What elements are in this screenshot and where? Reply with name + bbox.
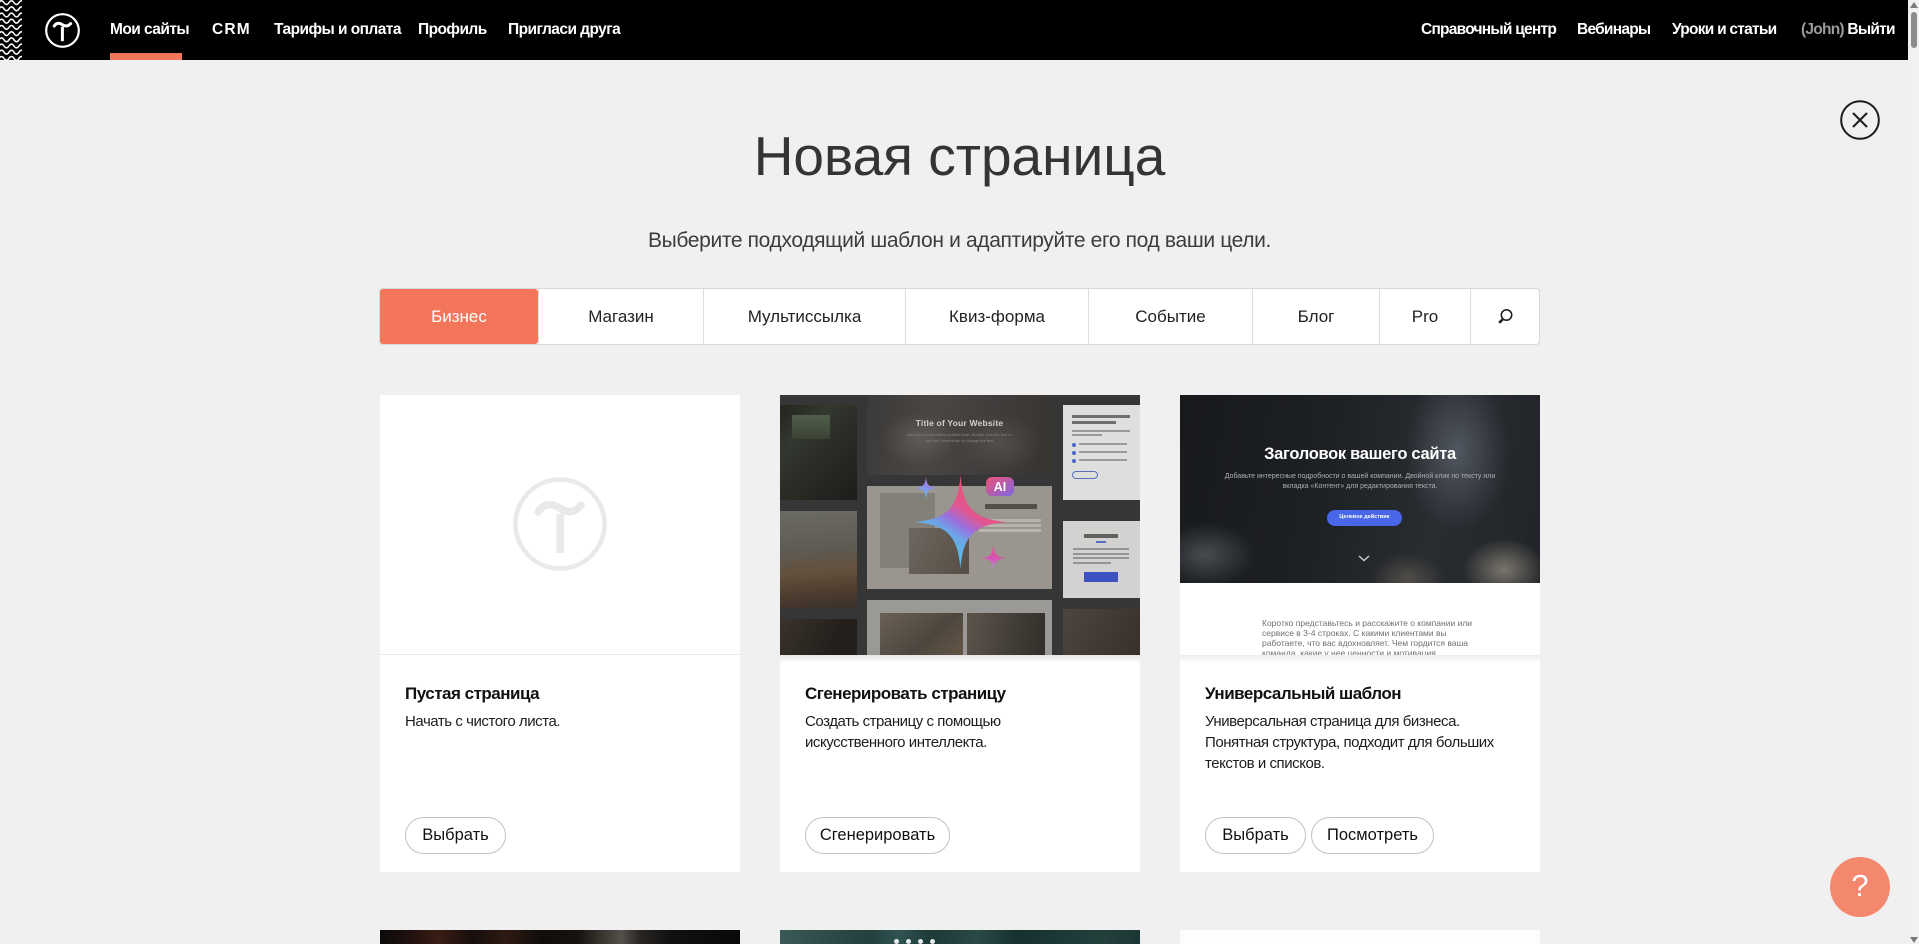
svg-text:AI: AI [994, 480, 1007, 494]
